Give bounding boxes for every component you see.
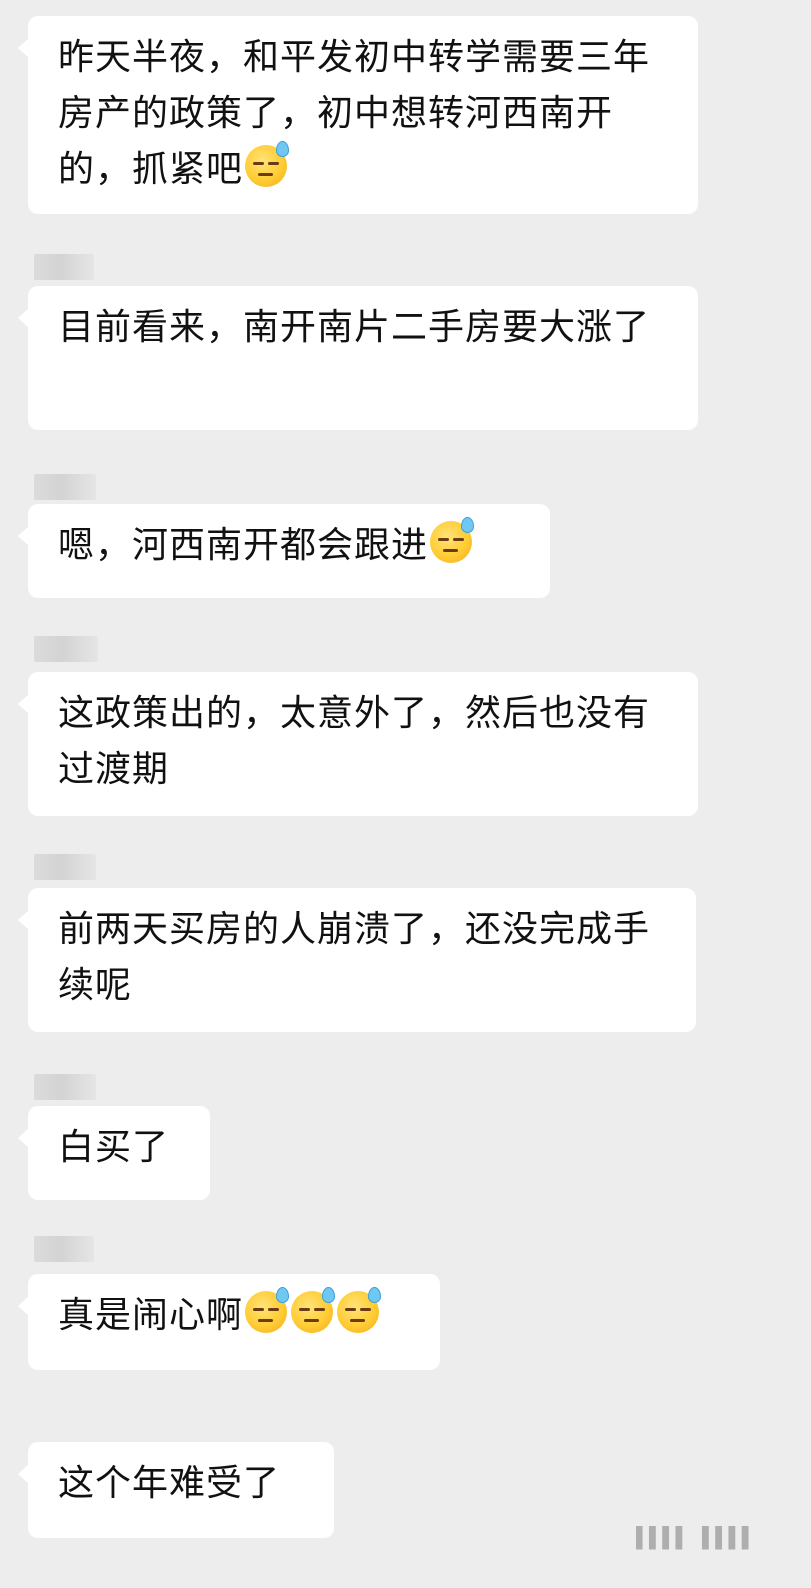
message-bubble[interactable]: 前两天买房的人崩溃了，还没完成手续呢 — [28, 888, 696, 1032]
sender-name-blurred — [34, 1236, 94, 1262]
message-text: 嗯，河西南开都会跟进 — [58, 525, 429, 566]
sender-name-blurred — [34, 854, 96, 880]
message-text: 目前看来，南开南片二手房要大涨了 — [58, 307, 651, 348]
message-bubble[interactable]: 白买了 — [28, 1106, 210, 1200]
message-text: 这政策出的，太意外了，然后也没有过渡期 — [58, 693, 651, 790]
sweat-smile-emoji-icon — [245, 141, 290, 187]
message-text: 这个年难受了 — [58, 1463, 281, 1504]
message-text: 真是闹心啊 — [58, 1295, 244, 1336]
sweat-smile-emoji-icon — [291, 1287, 336, 1333]
sender-name-blurred — [34, 474, 96, 500]
sweat-smile-emoji-icon — [245, 1287, 290, 1333]
sender-name-blurred — [34, 1074, 96, 1100]
message-text: 白买了 — [58, 1127, 170, 1168]
message-bubble[interactable]: 嗯，河西南开都会跟进 — [28, 504, 550, 598]
message-text: 前两天买房的人崩溃了，还没完成手续呢 — [58, 909, 651, 1006]
message-bubble[interactable]: 真是闹心啊 — [28, 1274, 440, 1370]
sweat-smile-emoji-icon — [430, 517, 475, 563]
chat-window: 昨天半夜，和平发初中转学需要三年房产的政策了，初中想转河西南开的，抓紧吧 目前看… — [0, 0, 811, 1588]
watermark-icon: ▌▌▌▌ ▌▌▌▌ — [636, 1526, 756, 1550]
message-bubble[interactable]: 这政策出的，太意外了，然后也没有过渡期 — [28, 672, 698, 816]
sender-name-blurred — [34, 636, 98, 662]
sender-name-blurred — [34, 254, 94, 280]
message-bubble[interactable]: 昨天半夜，和平发初中转学需要三年房产的政策了，初中想转河西南开的，抓紧吧 — [28, 16, 698, 214]
sweat-smile-emoji-icon — [337, 1287, 382, 1333]
message-text: 昨天半夜，和平发初中转学需要三年房产的政策了，初中想转河西南开的，抓紧吧 — [58, 37, 651, 190]
message-bubble[interactable]: 这个年难受了 — [28, 1442, 334, 1538]
message-bubble[interactable]: 目前看来，南开南片二手房要大涨了 — [28, 286, 698, 430]
